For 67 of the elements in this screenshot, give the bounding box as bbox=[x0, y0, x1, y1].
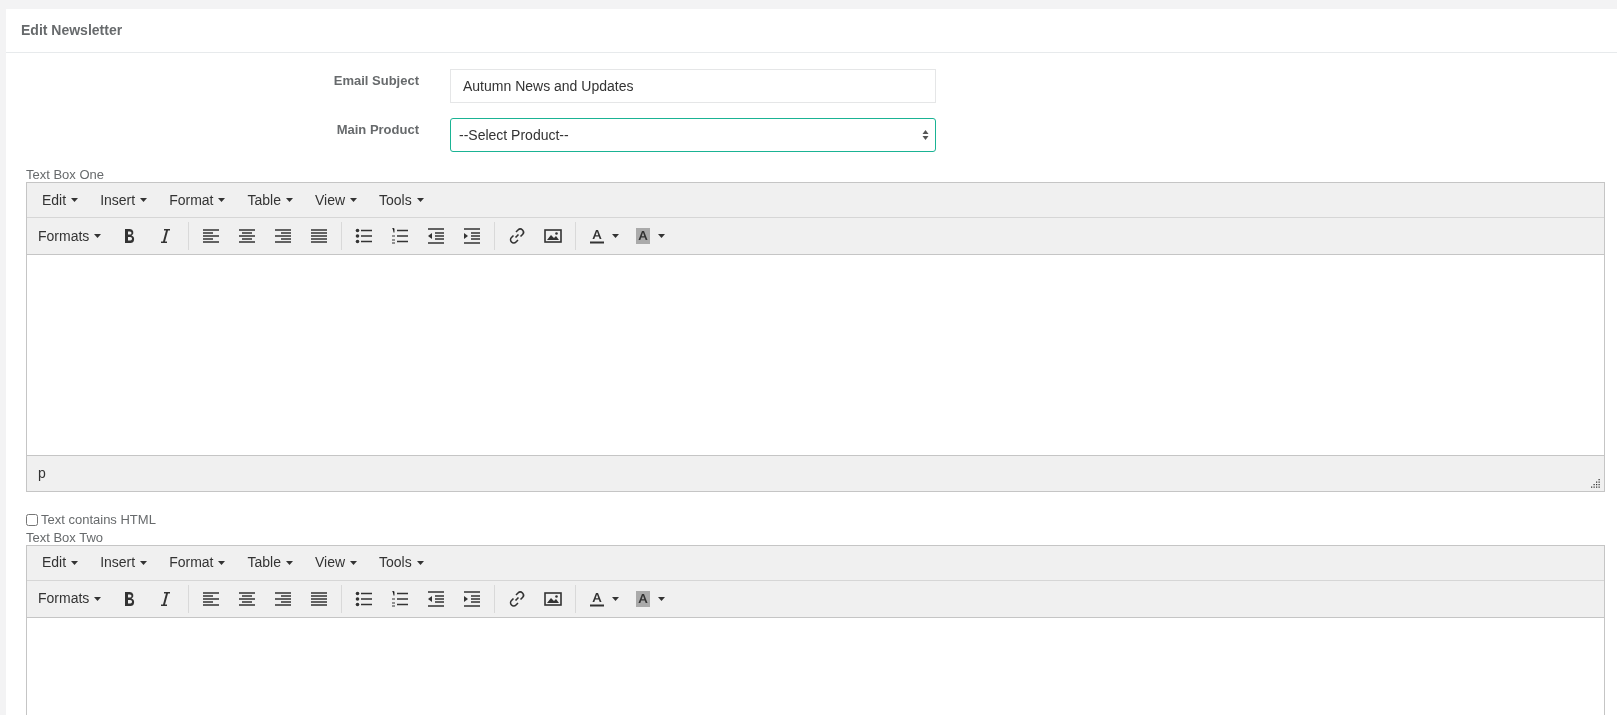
menu-item[interactable]: Table bbox=[236, 186, 304, 214]
element-path[interactable]: p bbox=[38, 463, 46, 484]
outdent-icon bbox=[427, 227, 446, 245]
caret-icon bbox=[218, 198, 226, 202]
caret-icon bbox=[285, 198, 293, 202]
numbered-list-icon bbox=[391, 589, 410, 608]
caret-icon bbox=[657, 234, 665, 238]
formats-dropdown[interactable]: Formats bbox=[31, 584, 109, 613]
justify-icon bbox=[310, 589, 329, 608]
align-center-icon bbox=[238, 227, 257, 245]
caret-icon bbox=[94, 234, 102, 238]
image-icon bbox=[544, 227, 563, 245]
caret-icon bbox=[140, 560, 148, 565]
align-center-icon bbox=[238, 589, 257, 608]
caret-icon bbox=[71, 198, 79, 202]
image-icon bbox=[544, 589, 563, 608]
align-left-icon bbox=[202, 227, 221, 245]
menu-item[interactable]: Tools bbox=[368, 186, 435, 214]
select-arrows-icon bbox=[922, 129, 929, 141]
caret-icon bbox=[416, 560, 424, 565]
indent-icon bbox=[463, 227, 482, 245]
link-icon bbox=[508, 227, 527, 245]
menu-item[interactable]: View bbox=[303, 186, 369, 214]
caret-icon bbox=[350, 198, 358, 202]
subject-field[interactable]: Autumn News and Updates bbox=[450, 69, 936, 103]
menu-item[interactable]: Edit bbox=[31, 548, 90, 577]
justify-icon bbox=[310, 227, 329, 245]
menu-item[interactable]: Table bbox=[236, 548, 304, 577]
menu-item[interactable]: Format bbox=[158, 548, 237, 577]
indent-icon bbox=[463, 589, 482, 608]
numbered-list-icon bbox=[391, 227, 410, 245]
field-label: Email Subject bbox=[332, 72, 419, 90]
menu-item[interactable]: Tools bbox=[368, 548, 435, 577]
caret-icon bbox=[350, 560, 358, 565]
field-label: Main Product bbox=[335, 121, 419, 139]
bullet-list-icon bbox=[355, 227, 374, 245]
outdent-icon bbox=[427, 589, 446, 608]
align-left-icon bbox=[202, 589, 221, 608]
caret-icon bbox=[140, 198, 148, 202]
caret-icon bbox=[94, 596, 102, 601]
editor-label: Text Box Two bbox=[26, 529, 105, 545]
menu-item[interactable]: View bbox=[303, 548, 369, 577]
product-select[interactable]: --Select Product-- bbox=[450, 118, 936, 152]
caret-icon bbox=[416, 198, 424, 202]
link-icon bbox=[508, 589, 527, 608]
menu-item[interactable]: Insert bbox=[89, 548, 159, 577]
html-checkbox[interactable] bbox=[26, 513, 38, 526]
caret-icon bbox=[611, 234, 619, 238]
highlight-color-icon bbox=[633, 227, 652, 245]
menu-item[interactable]: Insert bbox=[89, 186, 159, 214]
caret-icon bbox=[285, 560, 293, 565]
bullet-list-icon bbox=[355, 589, 374, 608]
menu-item[interactable]: Format bbox=[158, 186, 237, 214]
highlight-color-icon bbox=[633, 589, 652, 608]
formats-dropdown[interactable]: Formats bbox=[31, 222, 109, 250]
caret-icon bbox=[71, 560, 79, 565]
caret-icon bbox=[218, 560, 226, 565]
panel-title: Edit Newsletter bbox=[21, 21, 123, 40]
caret-icon bbox=[611, 596, 619, 601]
checkbox-label: Text contains HTML bbox=[41, 511, 156, 529]
resize-handle-icon[interactable] bbox=[1591, 479, 1601, 489]
text-color-icon bbox=[587, 227, 606, 245]
menu-item[interactable]: Edit bbox=[31, 186, 90, 214]
caret-icon bbox=[657, 596, 665, 601]
editor-label: Text Box One bbox=[26, 167, 106, 182]
align-right-icon bbox=[274, 227, 293, 245]
align-right-icon bbox=[274, 589, 293, 608]
